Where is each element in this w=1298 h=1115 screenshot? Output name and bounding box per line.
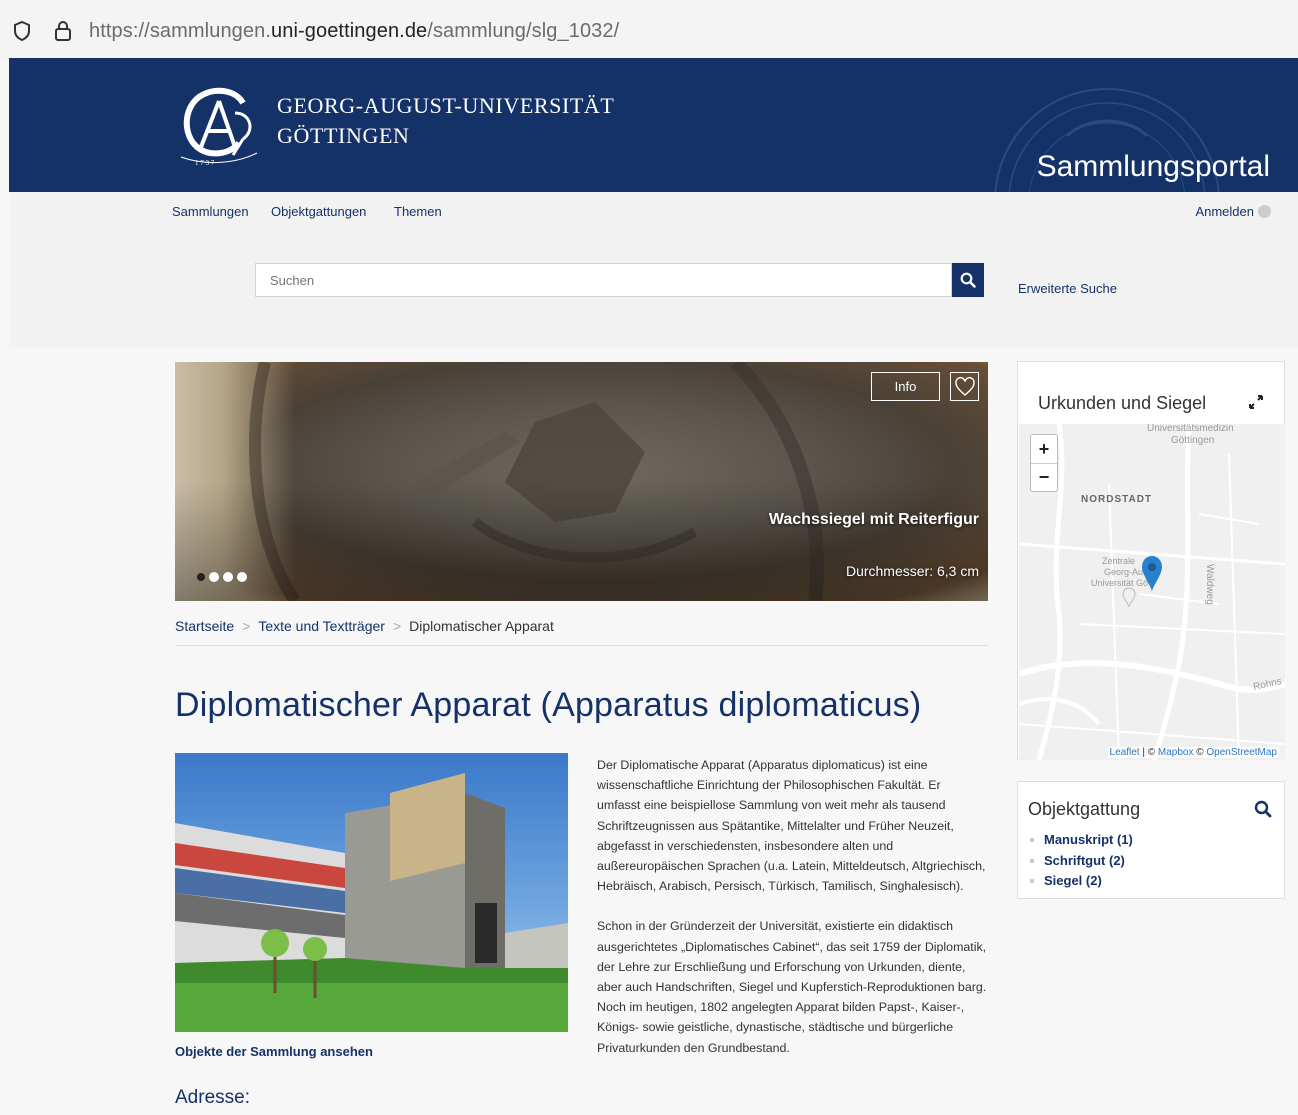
mapbox-link[interactable]: Mapbox bbox=[1158, 747, 1194, 758]
heart-icon bbox=[954, 376, 975, 396]
facet-search-icon[interactable] bbox=[1254, 800, 1272, 823]
svg-text:1 7 3 7: 1 7 3 7 bbox=[195, 159, 215, 167]
breadcrumb-separator: > bbox=[242, 618, 251, 634]
search-icon bbox=[960, 272, 976, 288]
search-input[interactable] bbox=[255, 263, 952, 297]
main-nav: Sammlungen Objektgattungen Themen Anmeld… bbox=[9, 192, 1298, 348]
url-domain: uni-goettingen.de bbox=[271, 20, 428, 42]
breadcrumb-texte[interactable]: Texte und Textträger bbox=[258, 618, 385, 645]
map-label-umg: Göttingen bbox=[1171, 435, 1215, 446]
map-attribution: Leaflet | © Mapbox © OpenStreetMap bbox=[1107, 747, 1279, 758]
portal-title[interactable]: Sammlungsportal bbox=[1037, 150, 1270, 184]
login-link[interactable]: Anmelden bbox=[1195, 204, 1271, 219]
map-label-nordstadt: NORDSTADT bbox=[1081, 494, 1153, 505]
building-photo[interactable] bbox=[175, 753, 568, 1032]
hero-slideshow[interactable]: Info Wachssiegel mit Reiterfigur Durchme… bbox=[175, 362, 988, 601]
leaflet-map[interactable]: Universitätsmedizin Göttingen NORDSTADT … bbox=[1019, 424, 1285, 760]
slide-dot[interactable] bbox=[197, 573, 205, 581]
university-logo-icon[interactable]: 1 7 3 7 bbox=[173, 83, 265, 172]
page-title: Diplomatischer Apparat (Apparatus diplom… bbox=[175, 686, 922, 724]
leaflet-link[interactable]: Leaflet bbox=[1110, 747, 1140, 758]
attribution-separator: | © bbox=[1139, 747, 1158, 758]
map-tiles bbox=[1019, 424, 1285, 760]
map-label-library: Georg-Au bbox=[1104, 567, 1144, 577]
description-paragraph-2: Schon in der Gründerzeit der Universität… bbox=[597, 919, 987, 1055]
facet-item-siegel[interactable]: Siegel (2) bbox=[1030, 871, 1133, 892]
breadcrumb-current: Diplomatischer Apparat bbox=[409, 618, 554, 634]
university-name[interactable]: GEORG-AUGUST-UNIVERSITÄT GÖTTINGEN bbox=[277, 91, 614, 151]
search-button[interactable] bbox=[952, 263, 984, 297]
expand-icon[interactable] bbox=[1248, 394, 1264, 415]
nav-item-objektgattungen[interactable]: Objektgattungen bbox=[271, 204, 366, 219]
slide-dot[interactable] bbox=[209, 572, 219, 582]
browser-url-bar: https://sammlungen.uni-goettingen.de/sam… bbox=[0, 0, 1298, 60]
facet-list: Manuskript (1) Schriftgut (2) Siegel (2) bbox=[1030, 830, 1133, 892]
breadcrumb-separator: > bbox=[392, 618, 402, 634]
collection-objects-link[interactable]: Objekte der Sammlung ansehen bbox=[175, 1044, 373, 1059]
map-label-library: Zentrale bbox=[1102, 556, 1136, 566]
facet-card: Objektgattung Manuskript (1) Schriftgut … bbox=[1017, 781, 1285, 899]
map-title: Urkunden und Siegel bbox=[1038, 393, 1207, 413]
map-label-waldweg: Waldweg bbox=[1204, 564, 1215, 605]
collection-description: Der Diplomatische Apparat (Apparatus dip… bbox=[597, 755, 987, 1058]
breadcrumb: Startseite > Texte und Textträger > Dipl… bbox=[175, 618, 988, 646]
map-card: Urkunden und Siegel Universitätsmedizin … bbox=[1017, 361, 1285, 760]
nav-item-sammlungen[interactable]: Sammlungen bbox=[172, 204, 249, 219]
search-bar bbox=[255, 263, 984, 297]
facet-item-schriftgut[interactable]: Schriftgut (2) bbox=[1030, 851, 1133, 872]
facet-title: Objektgattung bbox=[1028, 799, 1141, 819]
slide-indicators bbox=[197, 572, 247, 582]
breadcrumb-startseite[interactable]: Startseite bbox=[175, 618, 234, 645]
user-icon bbox=[1258, 205, 1271, 218]
attribution-separator: © bbox=[1193, 747, 1207, 758]
nav-item-themen[interactable]: Themen bbox=[394, 204, 442, 219]
building-image bbox=[175, 773, 568, 1032]
facet-item-manuskript[interactable]: Manuskript (1) bbox=[1030, 830, 1133, 851]
info-button[interactable]: Info bbox=[871, 372, 940, 401]
login-label: Anmelden bbox=[1195, 204, 1254, 219]
description-paragraph-1: Der Diplomatische Apparat (Apparatus dip… bbox=[597, 758, 986, 894]
url-field[interactable]: https://sammlungen.uni-goettingen.de/sam… bbox=[89, 20, 619, 43]
map-label-library: Universität Gö bbox=[1091, 578, 1149, 588]
url-prefix: https://sammlungen. bbox=[89, 20, 271, 42]
url-path: /sammlung/slg_1032/ bbox=[427, 20, 620, 42]
university-name-line1: GEORG-AUGUST-UNIVERSITÄT bbox=[277, 93, 615, 118]
map-label-umg: Universitätsmedizin bbox=[1147, 424, 1234, 434]
map-zoom-control: + − bbox=[1030, 434, 1058, 492]
hero-subcaption: Durchmesser: 6,3 cm bbox=[845, 563, 979, 579]
address-heading: Adresse: bbox=[175, 1087, 250, 1108]
lock-icon[interactable] bbox=[53, 19, 73, 48]
zoom-out-button[interactable]: − bbox=[1031, 463, 1057, 491]
shield-icon[interactable] bbox=[12, 20, 32, 47]
zoom-in-button[interactable]: + bbox=[1031, 435, 1057, 463]
osm-link[interactable]: OpenStreetMap bbox=[1206, 747, 1277, 758]
site-header: 1 7 3 7 GEORG-AUGUST-UNIVERSITÄT GÖTTING… bbox=[9, 58, 1298, 192]
slide-dot[interactable] bbox=[223, 572, 233, 582]
university-name-line2: GÖTTINGEN bbox=[277, 123, 410, 148]
favorite-button[interactable] bbox=[950, 372, 979, 401]
slide-dot[interactable] bbox=[237, 572, 247, 582]
hero-caption: Wachssiegel mit Reiterfigur bbox=[768, 511, 979, 528]
advanced-search-link[interactable]: Erweiterte Suche bbox=[1018, 281, 1117, 296]
